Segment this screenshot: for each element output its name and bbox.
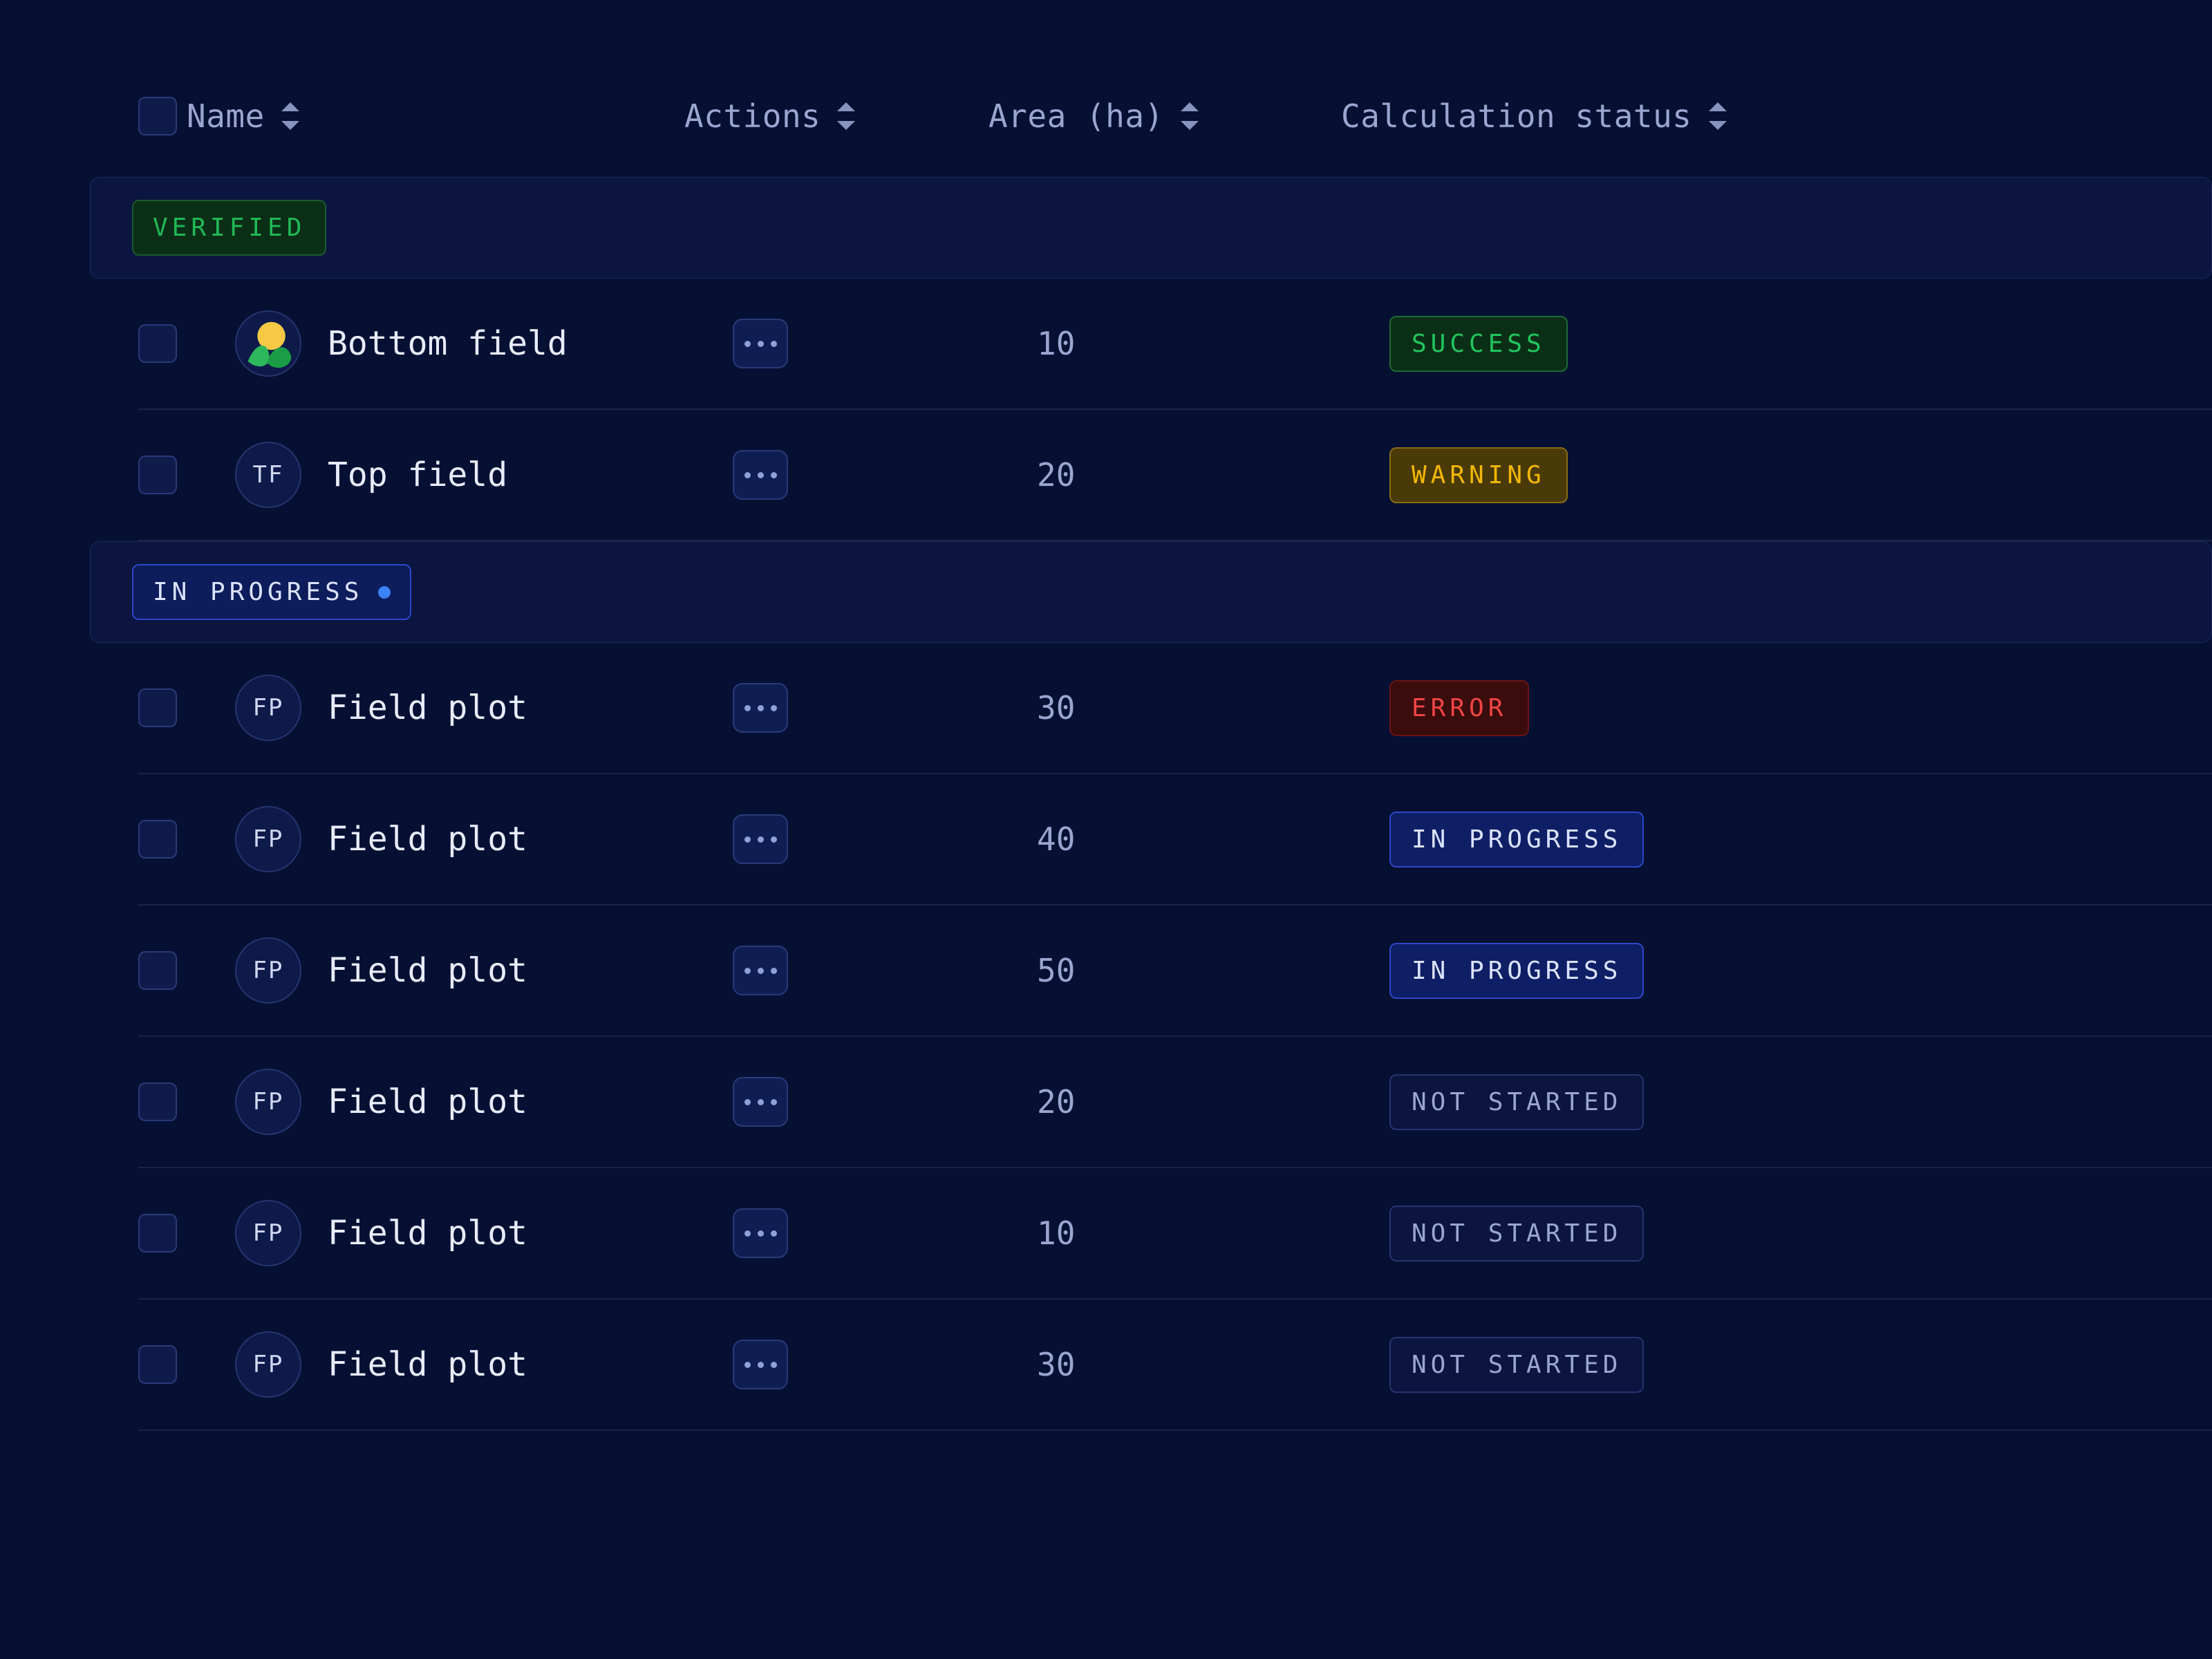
table-row[interactable]: FP Field plot 20 NOT STARTED (138, 1037, 2212, 1168)
name-cell: FP Field plot (235, 1200, 733, 1266)
row-actions-button[interactable] (733, 946, 788, 995)
avatar-initials: FP (253, 825, 284, 853)
status-badge: IN PROGRESS (1389, 943, 1644, 999)
name-cell: FP Field plot (235, 675, 733, 741)
column-area[interactable]: Area (ha) (988, 97, 1341, 135)
group-tag: VERIFIED (132, 200, 326, 256)
sort-icon (281, 102, 299, 130)
row-checkbox[interactable] (138, 1345, 177, 1384)
row-actions-button[interactable] (733, 1340, 788, 1389)
table-row[interactable]: Bottom field 10 SUCCESS (138, 279, 2212, 410)
avatar-initials: FP (253, 1351, 284, 1378)
status-badge: IN PROGRESS (1389, 812, 1644, 868)
table-row[interactable]: TF Top field 20 WARNING (138, 410, 2212, 541)
row-actions-button[interactable] (733, 319, 788, 368)
name-cell: FP Field plot (235, 1331, 733, 1398)
table: Name Actions Area (ha) Calculation statu… (0, 0, 2212, 1431)
row-name: Field plot (328, 1345, 527, 1384)
row-avatar: FP (235, 675, 301, 741)
name-cell: Bottom field (235, 310, 733, 377)
row-avatar (235, 310, 301, 377)
column-name[interactable]: Name (187, 97, 684, 135)
row-avatar: TF (235, 442, 301, 508)
row-checkbox[interactable] (138, 688, 177, 727)
row-checkbox[interactable] (138, 951, 177, 990)
row-name: Field plot (328, 1214, 527, 1253)
table-row[interactable]: FP Field plot 30 ERROR (138, 643, 2212, 774)
row-avatar: FP (235, 1069, 301, 1135)
group-header[interactable]: VERIFIED (90, 177, 2212, 279)
row-name: Field plot (328, 951, 527, 990)
avatar-initials: FP (253, 694, 284, 722)
row-area: 30 (1037, 689, 1389, 727)
row-name: Field plot (328, 1082, 527, 1121)
row-checkbox[interactable] (138, 1214, 177, 1253)
row-area: 10 (1037, 1215, 1389, 1252)
name-cell: TF Top field (235, 442, 733, 508)
row-name: Field plot (328, 688, 527, 727)
column-name-label: Name (187, 97, 265, 135)
sort-icon (1709, 102, 1727, 130)
row-area: 40 (1037, 821, 1389, 858)
table-row[interactable]: FP Field plot 50 IN PROGRESS (138, 906, 2212, 1037)
group-label: VERIFIED (153, 214, 306, 242)
table-row[interactable]: FP Field plot 40 IN PROGRESS (138, 774, 2212, 906)
row-actions-button[interactable] (733, 1208, 788, 1258)
group-tag: IN PROGRESS (132, 564, 411, 620)
sort-icon (837, 102, 855, 130)
name-cell: FP Field plot (235, 1069, 733, 1135)
status-badge: WARNING (1389, 447, 1568, 503)
row-name: Top field (328, 456, 507, 494)
row-avatar: FP (235, 937, 301, 1004)
group-label: IN PROGRESS (153, 578, 363, 606)
column-area-label: Area (ha) (988, 97, 1164, 135)
row-area: 30 (1037, 1346, 1389, 1383)
avatar-initials: FP (253, 1088, 284, 1116)
table-header: Name Actions Area (ha) Calculation statu… (90, 97, 2212, 177)
column-actions[interactable]: Actions (684, 97, 988, 135)
table-row[interactable]: FP Field plot 10 NOT STARTED (138, 1168, 2212, 1300)
select-all-checkbox[interactable] (138, 97, 177, 135)
sort-icon (1181, 102, 1199, 130)
row-checkbox[interactable] (138, 820, 177, 859)
row-actions-button[interactable] (733, 814, 788, 864)
row-name: Field plot (328, 820, 527, 859)
table-row[interactable]: FP Field plot 30 NOT STARTED (138, 1300, 2212, 1431)
row-checkbox[interactable] (138, 1082, 177, 1121)
row-area: 20 (1037, 456, 1389, 494)
row-avatar: FP (235, 806, 301, 872)
row-name: Bottom field (328, 324, 568, 363)
row-avatar: FP (235, 1200, 301, 1266)
name-cell: FP Field plot (235, 806, 733, 872)
status-dot-icon (378, 586, 391, 599)
avatar-initials: TF (253, 461, 284, 489)
row-area: 10 (1037, 325, 1389, 362)
row-checkbox[interactable] (138, 456, 177, 494)
status-badge: NOT STARTED (1389, 1074, 1644, 1130)
table-body: VERIFIED Bottom field 10 SUCCESS TF (90, 177, 2212, 1431)
column-status[interactable]: Calculation status (1341, 97, 2212, 135)
row-checkbox[interactable] (138, 324, 177, 363)
row-actions-button[interactable] (733, 450, 788, 500)
avatar-initials: FP (253, 1219, 284, 1247)
status-badge: NOT STARTED (1389, 1337, 1644, 1393)
status-badge: NOT STARTED (1389, 1206, 1644, 1262)
status-badge: ERROR (1389, 680, 1529, 736)
column-actions-label: Actions (684, 97, 821, 135)
column-status-label: Calculation status (1341, 97, 1692, 135)
row-area: 20 (1037, 1083, 1389, 1121)
row-actions-button[interactable] (733, 683, 788, 733)
leaf-icon (236, 312, 300, 375)
status-badge: SUCCESS (1389, 316, 1568, 372)
row-area: 50 (1037, 952, 1389, 989)
row-actions-button[interactable] (733, 1077, 788, 1127)
group-header[interactable]: IN PROGRESS (90, 541, 2212, 643)
name-cell: FP Field plot (235, 937, 733, 1004)
row-avatar: FP (235, 1331, 301, 1398)
avatar-initials: FP (253, 957, 284, 984)
